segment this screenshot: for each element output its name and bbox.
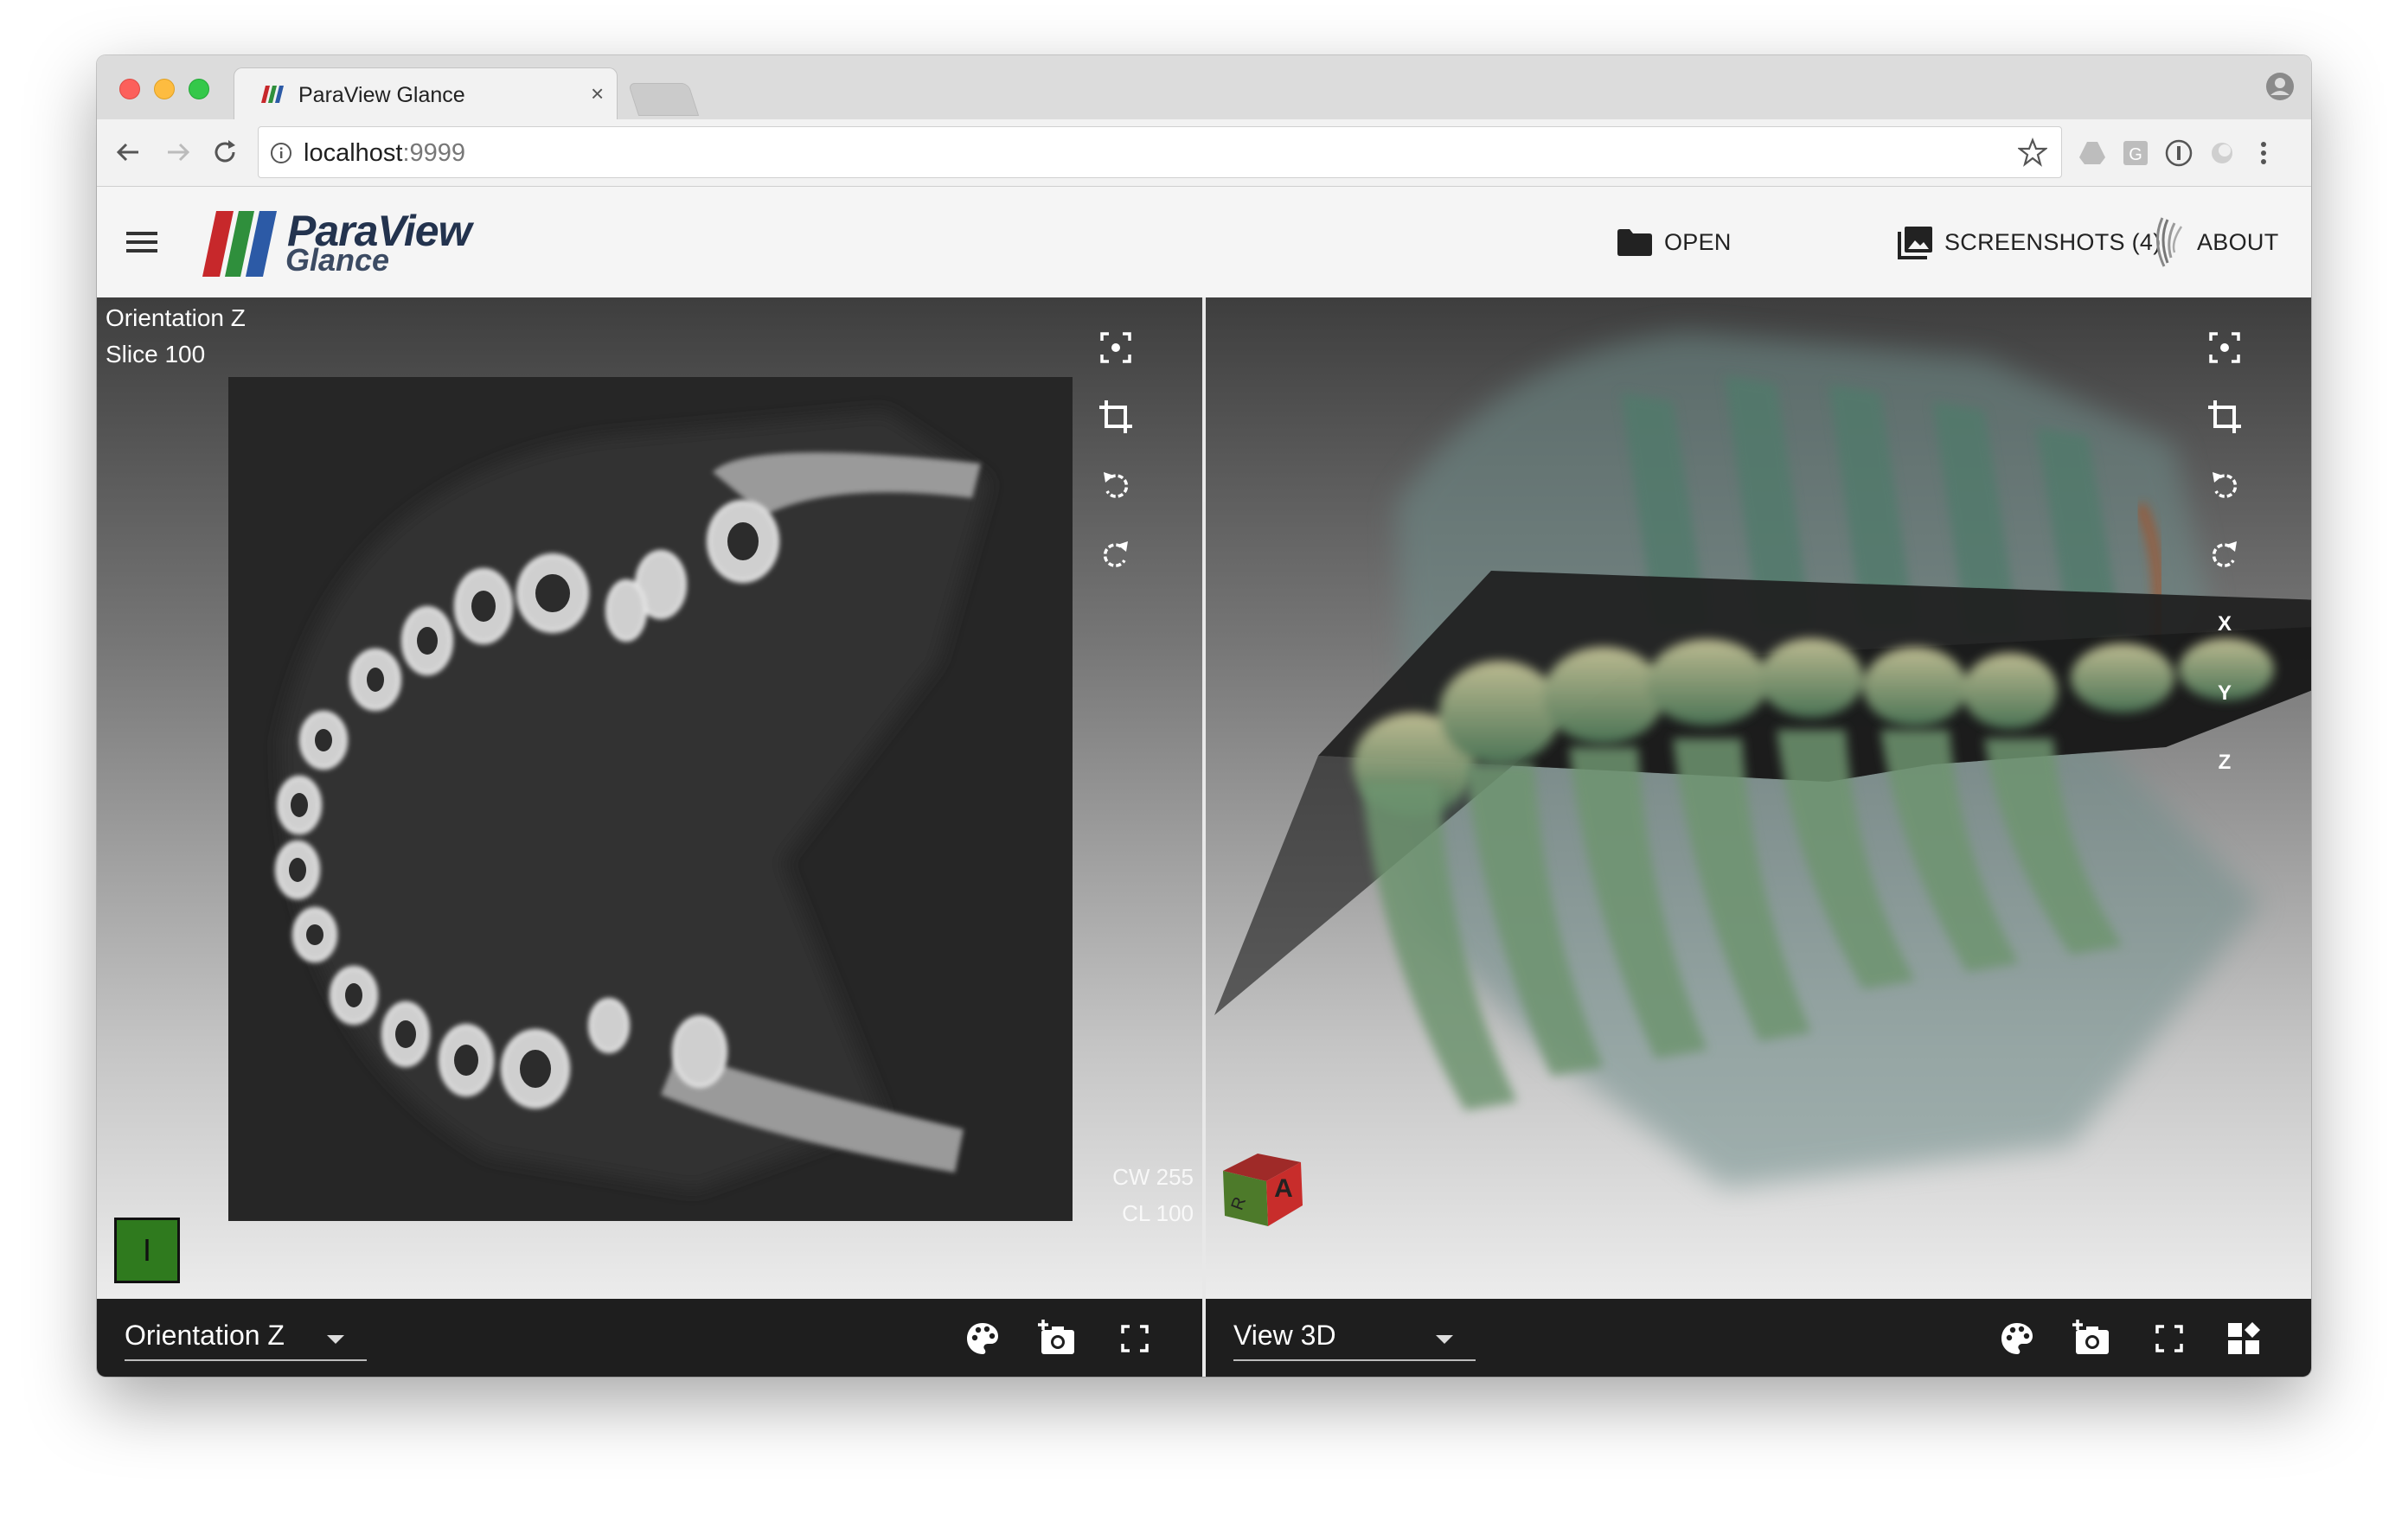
slice-view: Orientation Z Slice 100 CW 255 CL 100 I … <box>97 297 1202 1377</box>
chevron-down-icon <box>1436 1335 1453 1344</box>
axis-y-button[interactable]: Y <box>2200 669 2249 718</box>
window-level-annotation: CL 100 <box>1122 1200 1194 1226</box>
tab-close-button[interactable]: × <box>591 80 604 107</box>
logo-stripes-icon <box>202 211 277 277</box>
3d-view: A R X Y Z View 3D <box>1206 297 2311 1377</box>
view-type-select[interactable]: View 3D <box>1233 1313 1476 1361</box>
logo-subtitle: Glance <box>285 242 390 278</box>
orientation-marker: I <box>114 1218 180 1283</box>
drive-extension-icon[interactable] <box>2078 138 2107 168</box>
browser-menu-icon[interactable] <box>2249 138 2278 168</box>
browser-toolbar: localhost:9999 G <box>97 119 2311 187</box>
rotate-left-icon[interactable] <box>1092 462 1140 510</box>
volume-rendering-image: A R <box>1214 332 2311 1226</box>
about-label: ABOUT <box>2197 228 2279 255</box>
slice-render-canvas[interactable]: Orientation Z Slice 100 CW 255 CL 100 I <box>97 297 1202 1299</box>
view-type-select[interactable]: Orientation Z <box>125 1313 367 1361</box>
rotate-left-icon[interactable] <box>2200 462 2249 510</box>
slice-view-bottom-bar: Orientation Z <box>97 1299 1202 1377</box>
ct-slice-image <box>228 377 1073 1221</box>
axis-z-button[interactable]: Z <box>2200 738 2249 787</box>
open-button[interactable]: OPEN <box>1616 218 1732 266</box>
volume-render-canvas[interactable]: A R X Y Z <box>1206 297 2311 1299</box>
fullscreen-icon[interactable] <box>2149 1318 2190 1359</box>
screenshots-button[interactable]: SCREENSHOTS (4) <box>1896 218 2161 266</box>
close-window-button[interactable] <box>119 79 140 99</box>
palette-icon[interactable] <box>962 1318 1003 1359</box>
hamburger-menu-icon[interactable] <box>125 225 159 259</box>
reset-camera-icon[interactable] <box>1092 323 1140 372</box>
slice-annotation: Slice 100 <box>106 341 206 368</box>
layout-icon[interactable] <box>2223 1318 2264 1359</box>
fullscreen-icon[interactable] <box>1114 1318 1156 1359</box>
back-arrow-icon[interactable] <box>112 137 144 168</box>
profile-icon[interactable] <box>2264 71 2296 102</box>
site-info-icon[interactable] <box>269 141 293 165</box>
window-width-annotation: CW 255 <box>1112 1164 1194 1190</box>
new-tab-button[interactable] <box>627 83 700 116</box>
grammar-extension-icon[interactable]: G <box>2121 138 2150 168</box>
screenshots-label: SCREENSHOTS (4) <box>1944 228 2161 255</box>
minimize-window-button[interactable] <box>154 79 175 99</box>
camera-add-icon[interactable] <box>2071 1318 2112 1359</box>
forward-arrow-icon[interactable] <box>163 137 194 168</box>
camera-add-icon[interactable] <box>1036 1318 1078 1359</box>
crop-icon[interactable] <box>1092 393 1140 441</box>
app-header: ParaView Glance OPEN SCREENSHOTS (4) ABO… <box>97 187 2311 297</box>
address-bar[interactable]: localhost:9999 <box>258 126 2062 178</box>
kitware-logo-icon <box>2156 217 2183 267</box>
browser-tab[interactable]: ParaView Glance × <box>234 67 618 119</box>
url-text: localhost:9999 <box>304 139 466 167</box>
orientation-annotation: Orientation Z <box>106 304 246 331</box>
reset-camera-icon[interactable] <box>2200 323 2249 372</box>
folder-icon <box>1617 229 1652 256</box>
paraview-glance-logo[interactable]: ParaView Glance <box>202 206 488 278</box>
reload-icon[interactable] <box>209 137 240 168</box>
crop-icon[interactable] <box>2200 393 2249 441</box>
tab-strip: ParaView Glance × <box>97 55 2311 119</box>
axis-x-button[interactable]: X <box>2200 600 2249 649</box>
view-type-value: View 3D <box>1233 1320 1336 1351</box>
paraview-favicon-icon <box>261 86 284 103</box>
svg-text:A: A <box>1274 1174 1293 1203</box>
image-gallery-icon <box>1898 227 1932 259</box>
3d-view-bottom-bar: View 3D <box>1206 1299 2311 1377</box>
view-type-value: Orientation Z <box>125 1320 285 1351</box>
svg-text:G: G <box>2129 145 2142 164</box>
orientation-cube-icon: A R <box>1223 1154 1303 1226</box>
open-label: OPEN <box>1664 228 1732 255</box>
bookmark-star-icon[interactable] <box>2018 137 2047 167</box>
tab-title: ParaView Glance <box>298 83 465 107</box>
extension-circle-icon[interactable] <box>2207 138 2237 168</box>
rotate-right-icon[interactable] <box>2200 531 2249 579</box>
about-button[interactable]: ABOUT <box>2145 217 2279 267</box>
browser-window: ParaView Glance × localhost:9999 G ParaV… <box>97 55 2311 1377</box>
palette-icon[interactable] <box>1996 1318 2038 1359</box>
zoom-window-button[interactable] <box>189 79 209 99</box>
rotate-right-icon[interactable] <box>1092 531 1140 579</box>
chevron-down-icon <box>327 1335 344 1344</box>
password-extension-icon[interactable] <box>2164 138 2193 168</box>
